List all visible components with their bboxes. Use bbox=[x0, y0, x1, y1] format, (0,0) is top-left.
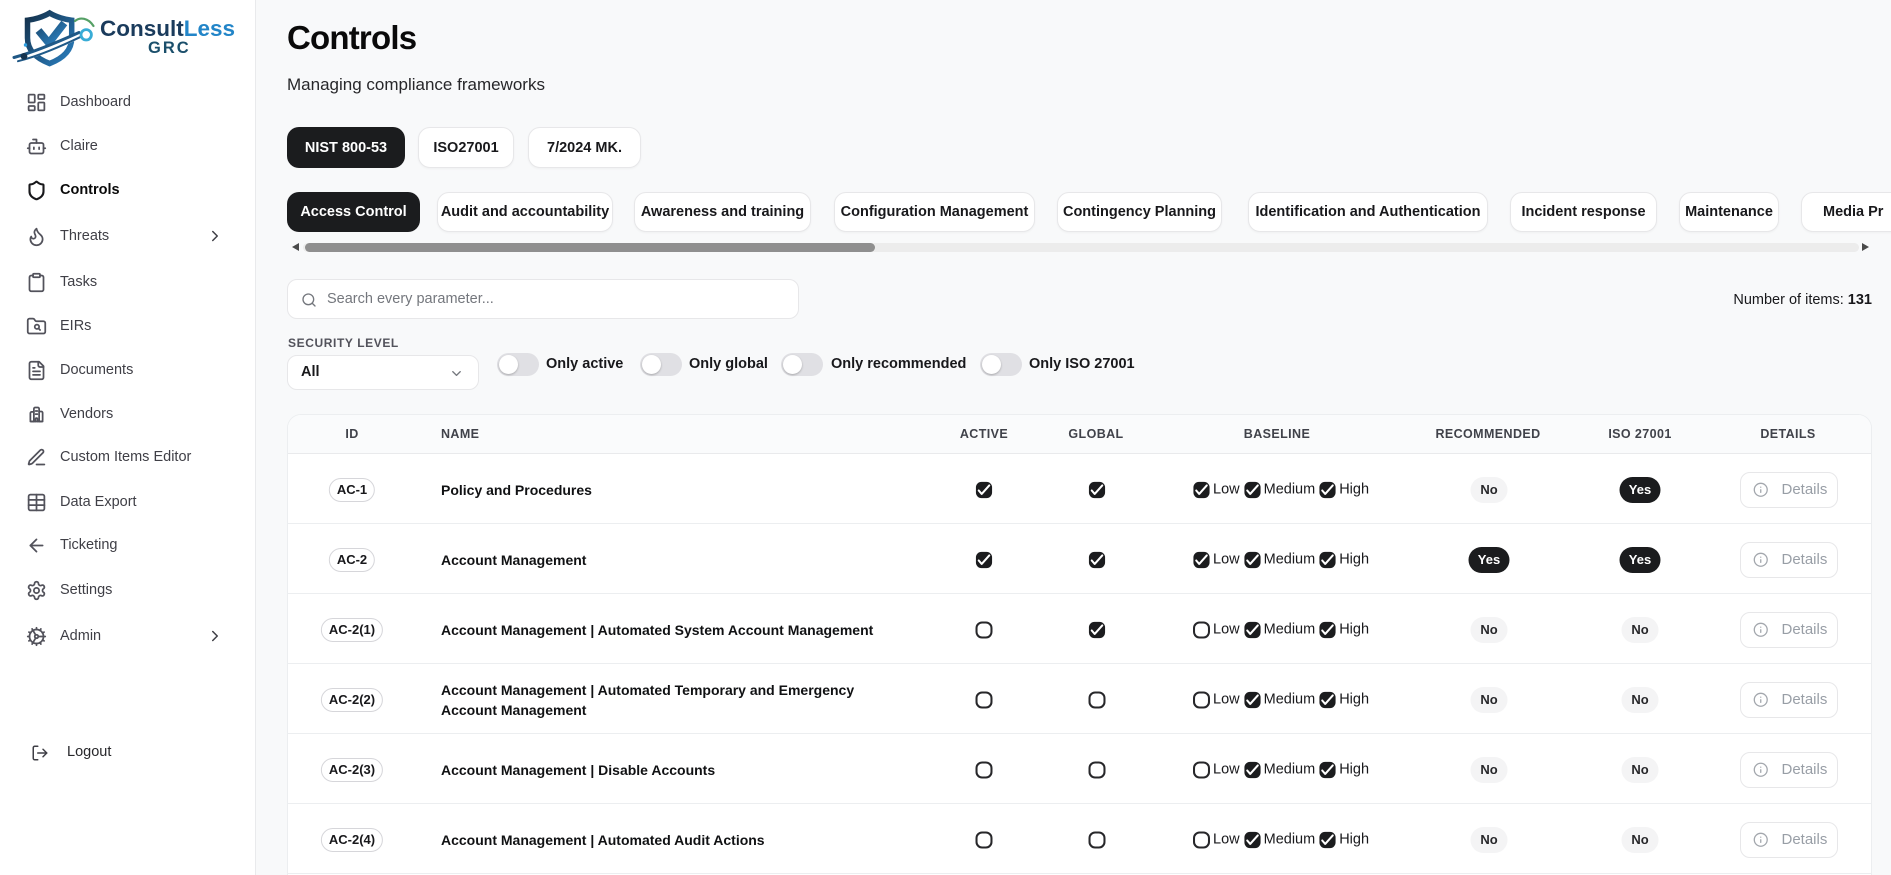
svg-text:GRC: GRC bbox=[148, 39, 191, 57]
svg-text:ConsultLess: ConsultLess bbox=[100, 16, 235, 41]
